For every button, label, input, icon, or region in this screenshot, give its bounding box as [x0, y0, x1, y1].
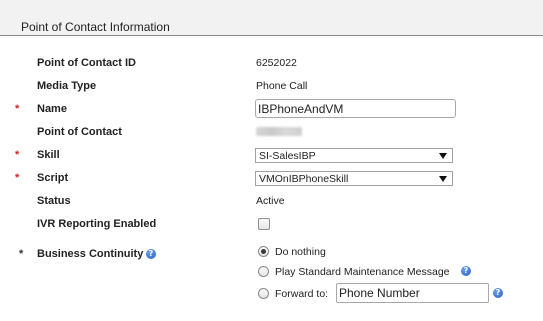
- skill-selected-value: SI-SalesIBP: [259, 150, 316, 162]
- row-ivr-reporting: IVR Reporting Enabled: [0, 218, 543, 238]
- row-poc-id: Point of Contact ID 6252022: [0, 57, 543, 77]
- do-nothing-label[interactable]: Do nothing: [275, 246, 326, 258]
- forward-phone-number-input[interactable]: [336, 283, 489, 303]
- media-type-label: Media Type: [37, 80, 97, 92]
- row-status: Status Active: [0, 195, 543, 215]
- name-input[interactable]: [255, 99, 456, 118]
- poc-id-value: 6252022: [256, 57, 297, 69]
- script-required-mark: *: [15, 172, 20, 184]
- maintenance-message-radio[interactable]: [258, 266, 269, 277]
- chevron-down-icon: [439, 176, 447, 182]
- forward-to-label[interactable]: Forward to:: [275, 288, 328, 300]
- help-circle-icon[interactable]: ?: [493, 288, 503, 298]
- status-value: Active: [256, 195, 285, 207]
- chevron-down-icon: [439, 153, 447, 159]
- do-nothing-radio[interactable]: [258, 246, 269, 257]
- point-of-contact-label: Point of Contact: [37, 126, 122, 138]
- script-select[interactable]: VMOnIBPhoneSkill: [255, 171, 453, 186]
- point-of-contact-form: Point of Contact Information Point of Co…: [0, 0, 543, 321]
- media-type-value: Phone Call: [256, 80, 308, 92]
- poc-id-label: Point of Contact ID: [37, 57, 136, 69]
- section-header: Point of Contact Information: [0, 0, 543, 36]
- radio-option-maintenance-message[interactable]: Play Standard Maintenance Message ?: [0, 265, 543, 285]
- row-name: * Name: [0, 99, 543, 123]
- section-title: Point of Contact Information: [21, 20, 170, 34]
- point-of-contact-redacted-value: [256, 127, 302, 136]
- status-label: Status: [37, 195, 71, 207]
- ivr-reporting-checkbox[interactable]: [258, 218, 270, 230]
- skill-label: Skill: [37, 149, 60, 161]
- skill-select[interactable]: SI-SalesIBP: [255, 148, 453, 163]
- name-label: Name: [37, 103, 67, 115]
- maintenance-message-label[interactable]: Play Standard Maintenance Message: [275, 266, 450, 278]
- name-required-mark: *: [15, 103, 20, 115]
- skill-required-mark: *: [15, 149, 20, 161]
- forward-to-radio[interactable]: [258, 288, 269, 299]
- script-selected-value: VMOnIBPhoneSkill: [259, 173, 349, 185]
- row-skill: * Skill SI-SalesIBP: [0, 148, 543, 169]
- help-circle-icon[interactable]: ?: [461, 266, 471, 276]
- row-media-type: Media Type Phone Call: [0, 80, 543, 100]
- row-point-of-contact: Point of Contact: [0, 126, 543, 146]
- row-script: * Script VMOnIBPhoneSkill: [0, 171, 543, 192]
- script-label: Script: [37, 172, 69, 184]
- radio-option-do-nothing[interactable]: Do nothing: [0, 245, 543, 265]
- ivr-reporting-label: IVR Reporting Enabled: [37, 218, 157, 230]
